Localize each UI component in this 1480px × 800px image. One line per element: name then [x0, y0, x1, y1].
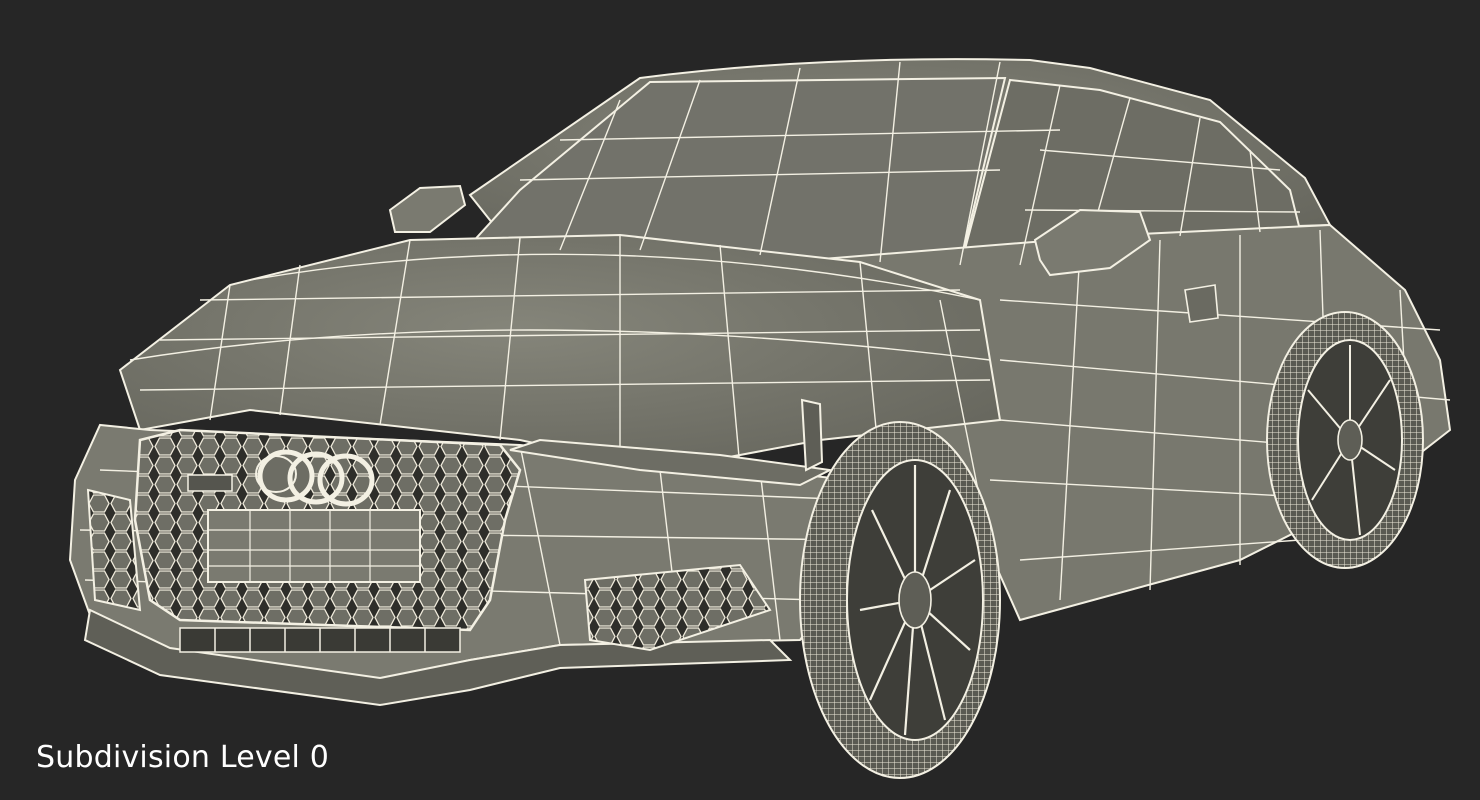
- subdivision-level-label: Subdivision Level 0: [36, 740, 330, 775]
- license-plate: [207, 509, 421, 583]
- render-viewport: Subdivision Level 0: [0, 0, 1480, 800]
- side-marker-light: [800, 398, 824, 472]
- rear-wheel: [1266, 311, 1424, 569]
- front-wheel: [799, 421, 1001, 779]
- lower-vents: [179, 627, 461, 653]
- door-handle: [1184, 284, 1219, 323]
- car-wireframe-model: [68, 58, 1452, 779]
- front-badge: [187, 474, 233, 492]
- left-mirror: [388, 184, 467, 233]
